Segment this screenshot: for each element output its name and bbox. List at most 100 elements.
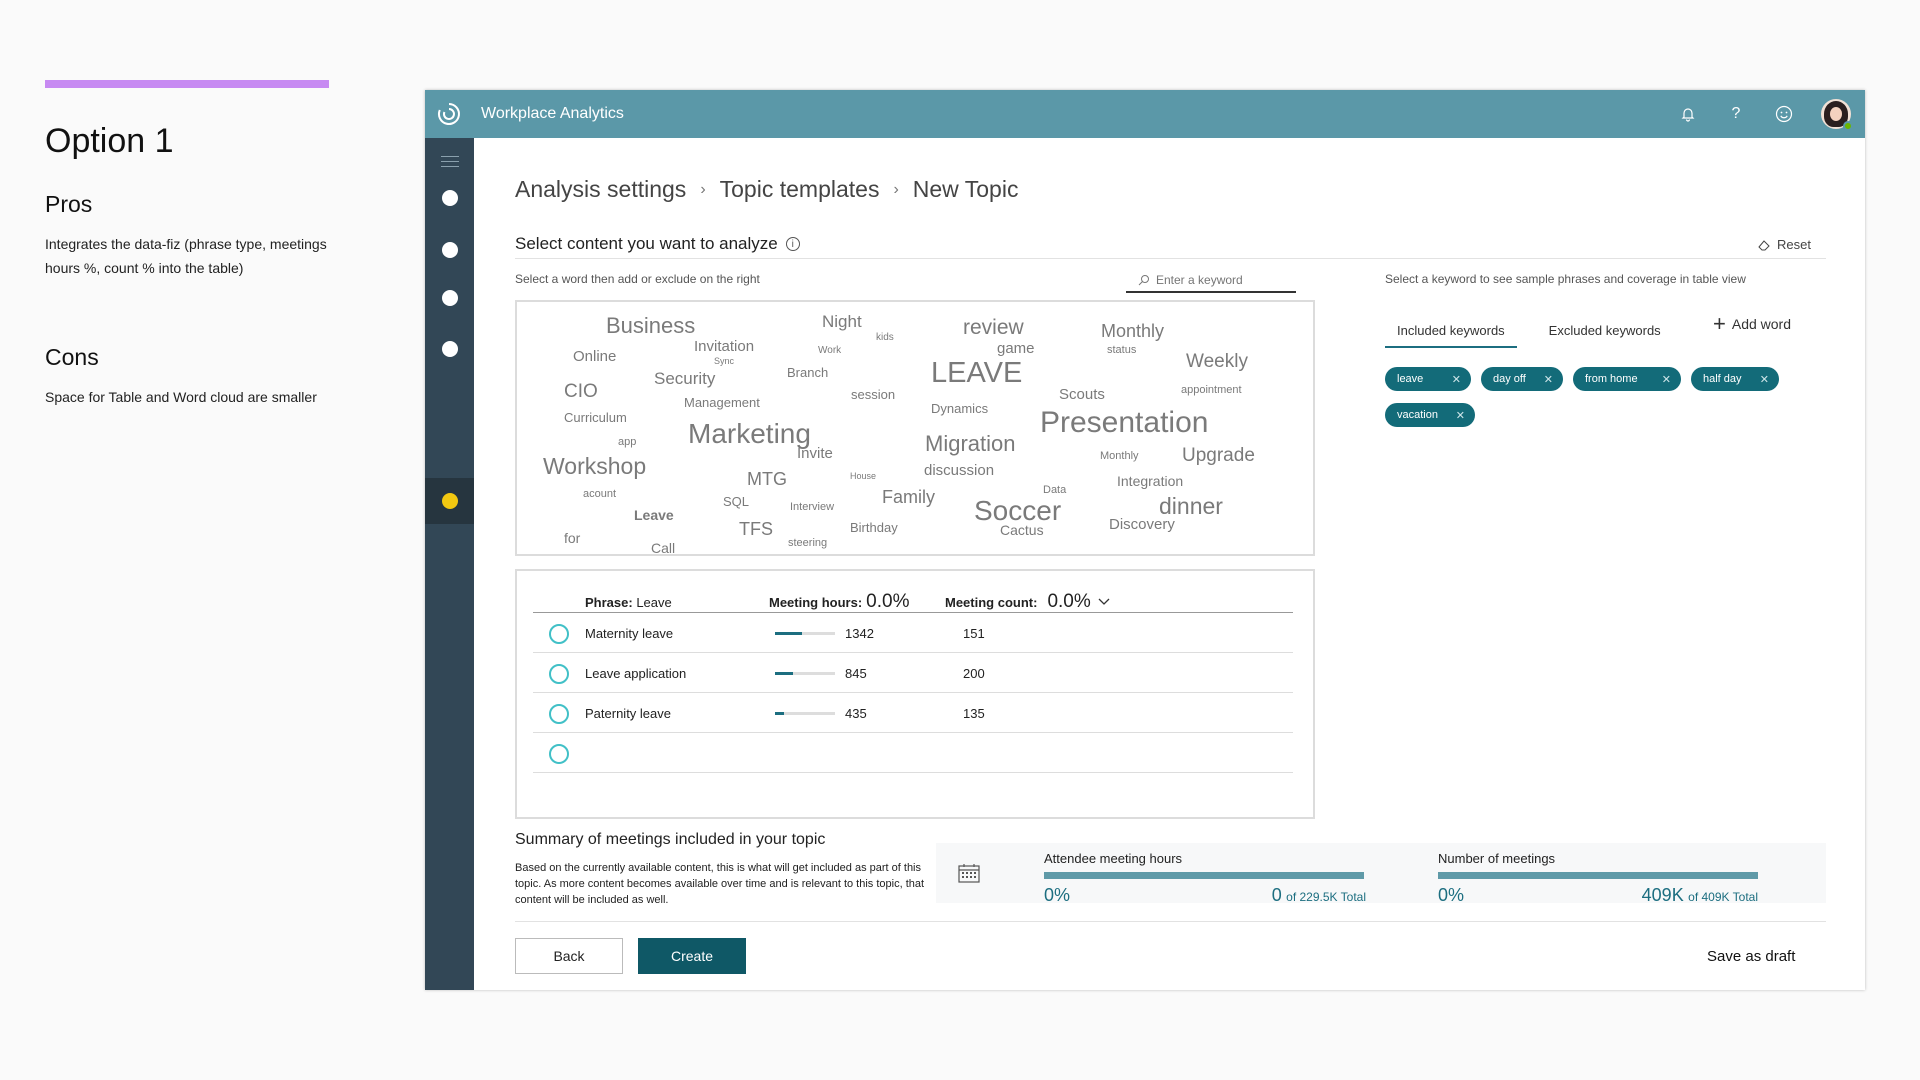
tab-included-keywords[interactable]: Included keywords <box>1385 318 1517 348</box>
hours-bar <box>775 672 835 675</box>
nav-item-3[interactable] <box>442 290 458 306</box>
cloud-word[interactable]: kids <box>876 332 894 343</box>
cloud-word[interactable]: appointment <box>1181 384 1242 396</box>
row-radio[interactable] <box>549 744 569 764</box>
keyword-chip[interactable]: vacation ✕ <box>1385 403 1475 427</box>
hours-label: Meeting hours: <box>769 595 863 610</box>
cloud-word[interactable]: Weekly <box>1186 351 1248 373</box>
breadcrumb: Analysis settings › Topic templates › Ne… <box>515 176 1018 203</box>
create-button[interactable]: Create <box>638 938 746 974</box>
add-word-button[interactable]: + Add word <box>1713 313 1791 335</box>
cloud-word[interactable]: Sync <box>714 356 734 366</box>
cloud-word[interactable]: Branch <box>787 365 828 380</box>
nav-item-5-active[interactable] <box>425 478 474 524</box>
cloud-word[interactable]: Work <box>818 345 841 356</box>
section-title: Select content you want to analyze i <box>515 234 800 254</box>
cloud-word[interactable]: Interview <box>790 501 834 513</box>
tab-excluded-keywords[interactable]: Excluded keywords <box>1537 318 1673 348</box>
nav-item-2[interactable] <box>442 242 458 258</box>
close-icon[interactable]: ✕ <box>1662 373 1671 386</box>
app-logo-icon[interactable] <box>425 90 473 138</box>
cloud-word[interactable]: Workshop <box>543 453 646 480</box>
meetings-value: 409K <box>1641 885 1684 905</box>
top-bar: Workplace Analytics ? <box>425 90 1865 138</box>
count-label: Meeting count: <box>945 594 1038 610</box>
info-icon[interactable]: i <box>785 237 800 251</box>
keyword-chip[interactable]: day off ✕ <box>1481 367 1563 391</box>
cloud-word[interactable]: CIO <box>564 381 598 403</box>
close-icon[interactable]: ✕ <box>1452 373 1461 386</box>
save-draft-button[interactable]: Save as draft <box>1707 948 1795 965</box>
cloud-word-selected[interactable]: Leave <box>634 507 674 523</box>
cloud-word[interactable]: Monthly <box>1101 321 1164 342</box>
cloud-word[interactable]: SQL <box>723 494 749 509</box>
cloud-word[interactable]: Night <box>822 312 862 332</box>
cloud-word[interactable]: Upgrade <box>1182 445 1255 467</box>
cloud-word[interactable]: Integration <box>1117 473 1183 489</box>
smiley-icon[interactable] <box>1773 103 1795 125</box>
table-row[interactable]: Paternity leave 435 135 <box>533 693 1293 733</box>
keyword-chip[interactable]: half day ✕ <box>1691 367 1779 391</box>
search-input[interactable] <box>1156 273 1286 287</box>
cloud-word[interactable]: Presentation <box>1040 406 1208 440</box>
cloud-word[interactable]: game <box>997 340 1035 357</box>
back-button[interactable]: Back <box>515 938 623 974</box>
cloud-word[interactable]: House <box>850 471 876 481</box>
close-icon[interactable]: ✕ <box>1544 373 1553 386</box>
row-count: 135 <box>963 706 985 721</box>
table-row[interactable]: Maternity leave 1342 151 <box>533 613 1293 653</box>
count-sort[interactable]: Meeting count: 0.0% <box>945 591 1111 613</box>
cloud-word[interactable]: app <box>618 436 636 448</box>
row-radio[interactable] <box>549 664 569 684</box>
cloud-word[interactable]: Migration <box>925 431 1015 457</box>
cloud-word[interactable]: Family <box>882 487 935 508</box>
cloud-word[interactable]: Business <box>606 313 695 339</box>
cloud-word[interactable]: MTG <box>747 469 787 490</box>
cloud-word[interactable]: session <box>851 387 895 402</box>
close-icon[interactable]: ✕ <box>1760 373 1769 386</box>
table-row[interactable] <box>533 733 1293 773</box>
row-hours: 1342 <box>845 626 874 641</box>
table-row[interactable]: Leave application 845 200 <box>533 653 1293 693</box>
bell-icon[interactable] <box>1677 103 1699 125</box>
row-radio[interactable] <box>549 624 569 644</box>
close-icon[interactable]: ✕ <box>1456 409 1465 422</box>
breadcrumb-topic-templates[interactable]: Topic templates <box>720 176 880 203</box>
keyword-chip[interactable]: leave ✕ <box>1385 367 1471 391</box>
cloud-word[interactable]: review <box>963 316 1024 340</box>
cloud-word[interactable]: Invitation <box>694 338 754 355</box>
keyword-chip[interactable]: from home ✕ <box>1573 367 1681 391</box>
cloud-word[interactable]: steering <box>788 537 827 549</box>
nav-item-4[interactable] <box>442 341 458 357</box>
row-radio[interactable] <box>549 704 569 724</box>
cloud-word[interactable]: Cactus <box>1000 522 1044 538</box>
cloud-word[interactable]: Discovery <box>1109 516 1175 533</box>
cloud-word[interactable]: Management <box>684 395 760 410</box>
cloud-word[interactable]: Marketing <box>688 418 811 450</box>
cloud-word[interactable]: Curriculum <box>564 410 627 425</box>
keyword-search[interactable] <box>1126 269 1296 293</box>
avatar[interactable] <box>1821 99 1853 131</box>
cloud-word[interactable]: LEAVE <box>931 357 1022 390</box>
cloud-word[interactable]: status <box>1107 344 1136 356</box>
cloud-word[interactable]: Birthday <box>850 520 898 535</box>
cloud-word[interactable]: Monthly <box>1100 450 1139 462</box>
divider <box>515 921 1826 922</box>
cloud-word[interactable]: acount <box>583 488 616 500</box>
cloud-word[interactable]: Online <box>573 348 616 365</box>
cloud-word[interactable]: discussion <box>924 462 994 479</box>
cloud-word[interactable]: for <box>564 530 580 546</box>
hamburger-icon[interactable] <box>441 156 459 171</box>
app-title: Workplace Analytics <box>481 105 624 122</box>
cloud-word[interactable]: TFS <box>739 519 773 540</box>
help-icon[interactable]: ? <box>1725 103 1747 125</box>
cloud-word[interactable]: Security <box>654 369 715 389</box>
breadcrumb-analysis-settings[interactable]: Analysis settings <box>515 176 686 203</box>
cloud-word[interactable]: Dynamics <box>931 401 988 416</box>
cloud-word[interactable]: Call <box>651 540 675 556</box>
nav-item-1[interactable] <box>442 190 458 206</box>
eraser-icon <box>1758 239 1770 250</box>
cloud-word[interactable]: Invite <box>797 445 833 462</box>
reset-button[interactable]: Reset <box>1757 237 1811 252</box>
cloud-word[interactable]: Scouts <box>1059 386 1105 403</box>
